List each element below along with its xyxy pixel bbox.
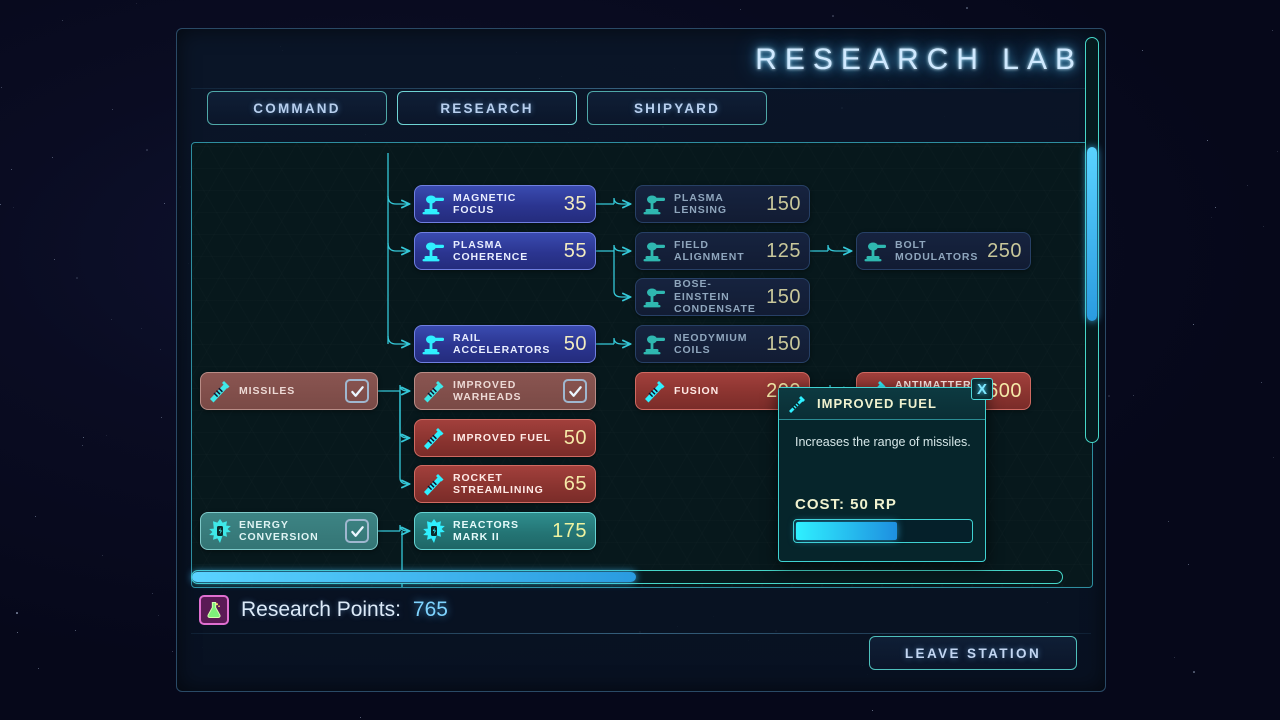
research-lab-window: RESEARCH LAB COMMAND RESEARCH SHIPYARD MAG… (176, 28, 1106, 692)
tree-scrollbar-horizontal[interactable] (191, 570, 1063, 584)
tech-node[interactable]: IMPROVED FUEL 50 (414, 419, 596, 457)
leave-station-button[interactable]: LEAVE STATION (869, 636, 1077, 670)
turret-icon (863, 238, 889, 264)
tech-node-name: RAIL ACCELERATORS (453, 331, 551, 357)
tech-node-name: MISSILES (239, 384, 296, 397)
tech-node-name: PLASMA LENSING (674, 191, 727, 217)
tech-node[interactable]: MISSILES (200, 372, 378, 410)
tree-scrollbar-horizontal-thumb[interactable] (192, 572, 636, 582)
tech-node-name: MAGNETIC FOCUS (453, 191, 517, 217)
missile-icon (421, 425, 447, 451)
tech-node[interactable]: ENERGY CONVERSION (200, 512, 378, 550)
missile-icon (207, 378, 233, 404)
tech-node-cost: 150 (766, 192, 801, 215)
tab-bar: COMMAND RESEARCH SHIPYARD (207, 91, 767, 125)
tech-node[interactable]: PLASMA LENSING 150 (635, 185, 810, 223)
tech-node-cost: 50 (563, 332, 587, 355)
missile-icon (421, 471, 447, 497)
research-points-value: 765 (412, 598, 448, 621)
tech-node-name: NEODYMIUM COILS (674, 331, 748, 357)
popup-description: Increases the range of missiles. (795, 435, 971, 449)
tech-node-cost: 35 (563, 192, 587, 215)
tab-label: SHIPYARD (633, 100, 721, 116)
researched-check-icon (345, 519, 369, 543)
tech-node-cost: 55 (563, 239, 587, 262)
tab-research[interactable]: RESEARCH (397, 91, 577, 125)
tab-label: COMMAND (253, 100, 341, 116)
tech-node[interactable]: BOSE-EINSTEIN CONDENSATE 150 (635, 278, 810, 316)
tech-node-name: IMPROVED FUEL (453, 431, 552, 444)
tech-node-name: PLASMA COHERENCE (453, 238, 529, 264)
tree-scrollbar-vertical[interactable] (1085, 37, 1099, 443)
turret-icon (642, 331, 668, 357)
tech-node-name: ROCKET STREAMLINING (453, 471, 544, 497)
research-points-label: Research Points: (241, 598, 401, 621)
close-icon[interactable]: X (971, 378, 993, 400)
tech-node-name: REACTORS MARK II (453, 518, 519, 544)
tech-node-cost: 65 (563, 472, 587, 495)
tech-detail-popup[interactable]: IMPROVED FUEL X Increases the range of m… (778, 378, 993, 562)
tab-label: RESEARCH (440, 100, 534, 116)
tech-node[interactable]: PLASMA COHERENCE 55 (414, 232, 596, 270)
tech-node[interactable]: ROCKET STREAMLINING 65 (414, 465, 596, 503)
popup-cost: COST: 50 RP (795, 496, 897, 513)
tree-scrollbar-vertical-thumb[interactable] (1087, 147, 1097, 321)
divider-bottom (191, 633, 1091, 634)
tech-node[interactable]: MAGNETIC FOCUS 35 (414, 185, 596, 223)
page-title: RESEARCH LAB (755, 43, 1083, 76)
tech-node-name: ENERGY CONVERSION (239, 518, 319, 544)
tab-command[interactable]: COMMAND (207, 91, 387, 125)
turret-icon (421, 191, 447, 217)
flask-icon (199, 595, 229, 625)
turret-icon (642, 284, 668, 310)
tech-node[interactable]: RAIL ACCELERATORS 50 (414, 325, 596, 363)
tech-node-cost: 175 (552, 519, 587, 542)
tech-node[interactable]: REACTORS MARK II 175 (414, 512, 596, 550)
energy-icon (421, 518, 447, 544)
tech-node-cost: 150 (766, 332, 801, 355)
divider-top (191, 88, 1091, 89)
missile-icon (785, 392, 809, 416)
turret-icon (642, 191, 668, 217)
tech-node-name: BOLT MODULATORS (895, 238, 979, 264)
tech-node-cost: 250 (987, 239, 1022, 262)
energy-icon (207, 518, 233, 544)
tech-node-name: FUSION (674, 384, 720, 397)
tab-shipyard[interactable]: SHIPYARD (587, 91, 767, 125)
popup-title: IMPROVED FUEL (817, 396, 937, 411)
researched-check-icon (345, 379, 369, 403)
missile-icon (421, 378, 447, 404)
tech-node[interactable]: FIELD ALIGNMENT 125 (635, 232, 810, 270)
missile-icon (642, 378, 668, 404)
popup-progress-fill (796, 522, 897, 540)
research-points-bar: Research Points: 765 (191, 588, 1093, 632)
tech-node-name: FIELD ALIGNMENT (674, 238, 745, 264)
tech-node-cost: 125 (766, 239, 801, 262)
tech-node-name: BOSE-EINSTEIN CONDENSATE (674, 278, 756, 316)
tech-node[interactable]: NEODYMIUM COILS 150 (635, 325, 810, 363)
turret-icon (421, 331, 447, 357)
tech-node[interactable]: IMPROVED WARHEADS (414, 372, 596, 410)
researched-check-icon (563, 379, 587, 403)
tech-node-cost: 50 (563, 426, 587, 449)
turret-icon (642, 238, 668, 264)
tech-node[interactable]: BOLT MODULATORS 250 (856, 232, 1031, 270)
popup-header: IMPROVED FUEL X (779, 378, 993, 420)
popup-progress-bar (793, 519, 973, 543)
tech-node-name: IMPROVED WARHEADS (453, 378, 522, 404)
tech-node-cost: 150 (766, 285, 801, 308)
turret-icon (421, 238, 447, 264)
